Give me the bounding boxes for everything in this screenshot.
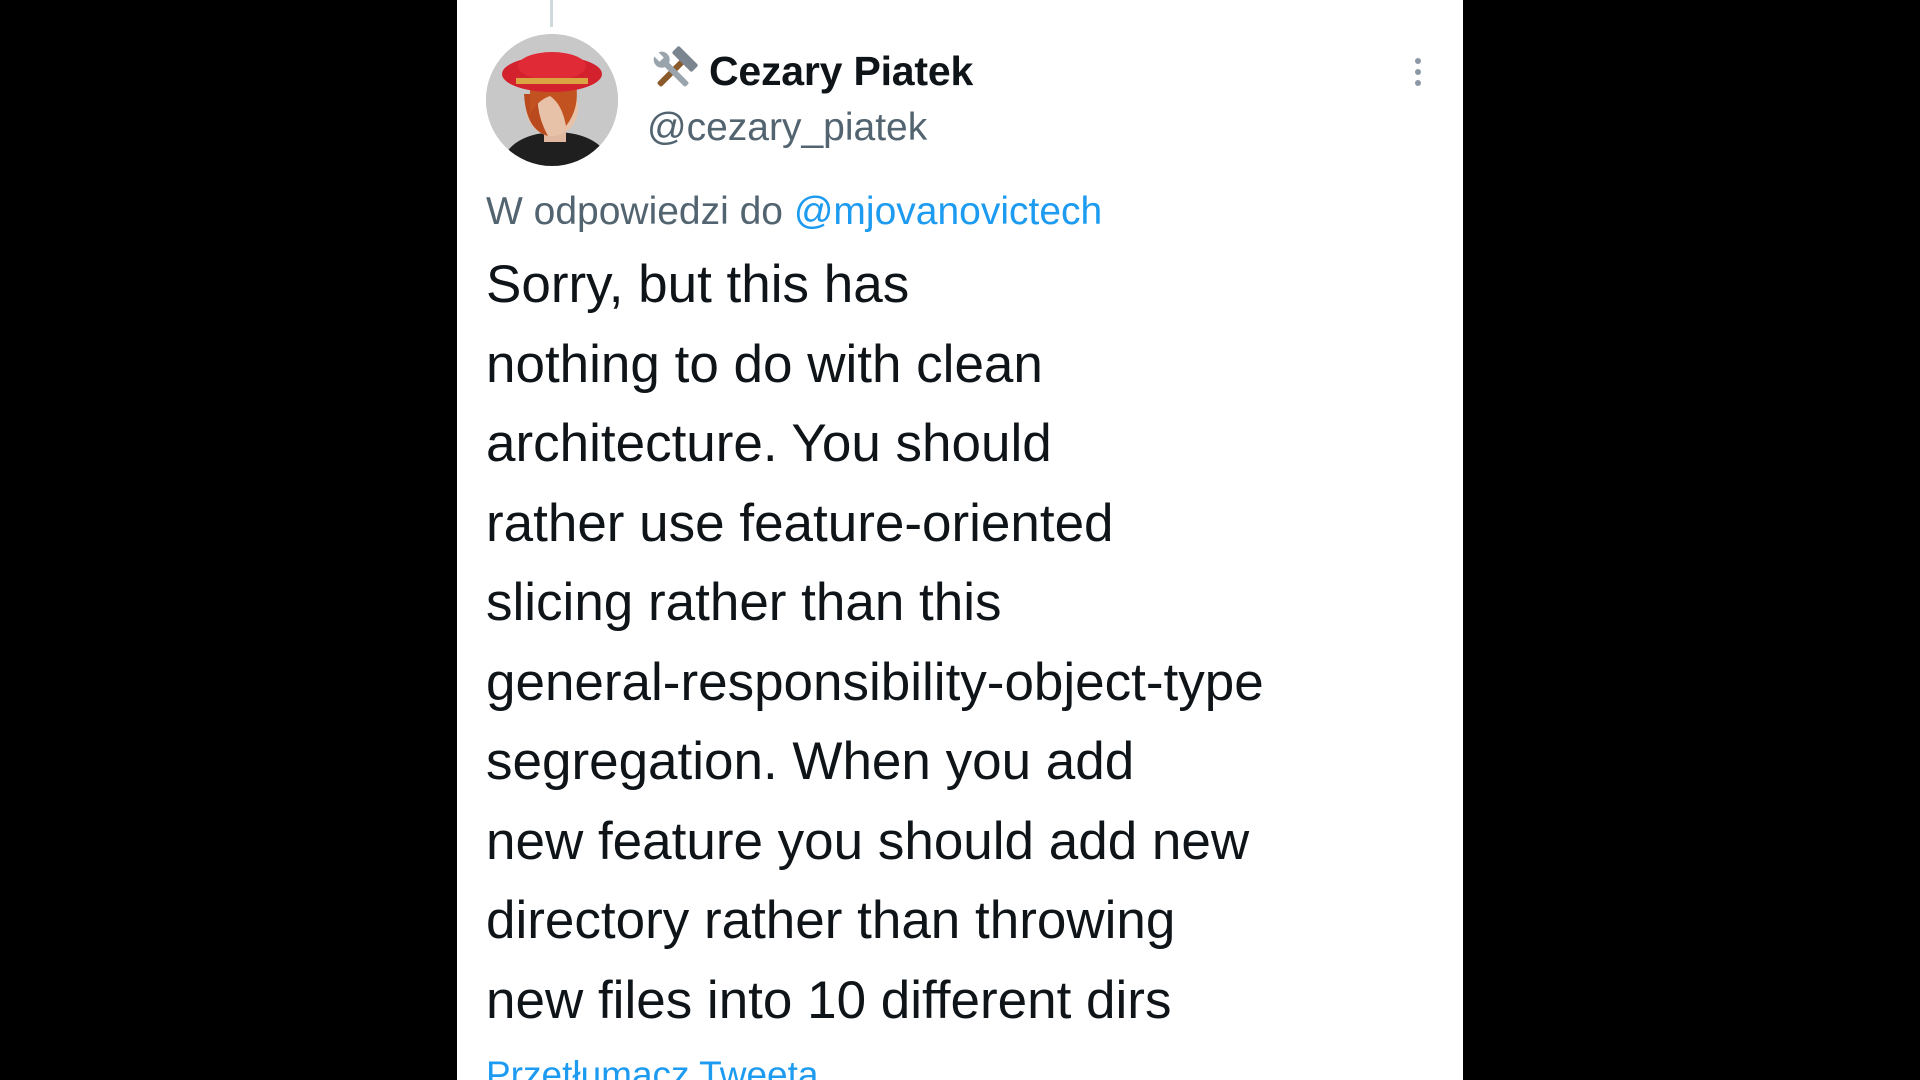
reply-prefix: W odpowiedzi do (486, 190, 794, 233)
reply-to-link[interactable]: @mjovanovictech (794, 190, 1102, 233)
author-name-row[interactable]: Cezary Piatek (647, 40, 973, 102)
more-vertical-icon-dot (1415, 58, 1421, 64)
author-display-name[interactable]: Cezary Piatek (709, 48, 973, 95)
more-vertical-icon-dot (1415, 69, 1421, 75)
tweet-card: Cezary Piatek @cezary_piatek W odpowiedz… (457, 0, 1463, 1080)
author-handle[interactable]: @cezary_piatek (647, 106, 927, 150)
translate-tweet-link[interactable]: Przetłumacz Tweeta (486, 1054, 818, 1080)
reply-context: W odpowiedzi do @mjovanovictech (486, 190, 1102, 234)
thread-connector-line (550, 0, 553, 27)
avatar[interactable] (486, 34, 618, 166)
tweet-text: Sorry, but this has nothing to do with c… (486, 255, 1264, 1030)
hammer-and-wrench-icon (653, 46, 698, 87)
more-vertical-icon-dot (1415, 80, 1421, 86)
screen: Cezary Piatek @cezary_piatek W odpowiedz… (0, 0, 1920, 1080)
more-options-button[interactable] (1403, 52, 1433, 92)
avatar-photo (486, 34, 618, 166)
